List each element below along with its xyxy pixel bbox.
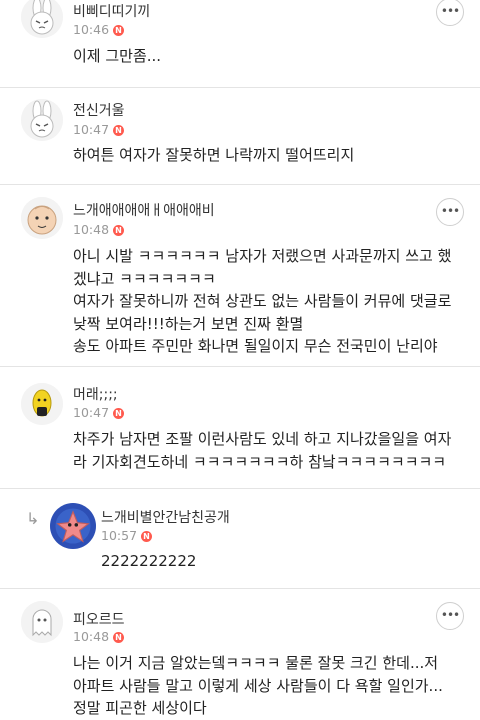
- comment-time-text: 10:57: [101, 528, 138, 543]
- new-badge: N: [141, 531, 153, 542]
- comment-time-text: 10:47: [73, 122, 110, 137]
- comment-time: 10:47 N: [73, 405, 125, 420]
- new-badge: N: [113, 408, 125, 419]
- comment-line: 나는 이거 지금 알았는뎈ㅋㅋㅋㅋ 물론 잘못 크긴 한데...저: [73, 654, 439, 672]
- comment-item: 피오르드 10:48 N ••• 나는 이거 지금 알았는뎈ㅋㅋㅋㅋ 물론 잘못 …: [0, 589, 480, 717]
- new-badge: N: [113, 125, 125, 136]
- comment-line: 2222222222: [101, 552, 197, 570]
- lemon-avatar-icon[interactable]: [21, 383, 63, 425]
- comment-line: 정말 피곤한 세상이다: [73, 699, 207, 717]
- comment-line: 낮짝 보여라!!!하는거 보면 진짜 환멸: [73, 314, 304, 333]
- comment-line: 이제 그만좀...: [73, 47, 162, 65]
- comment-body: 하여튼 여자가 잘못하면 나락까지 떨어뜨리지: [73, 144, 354, 167]
- new-badge: N: [113, 225, 125, 236]
- comment-time-text: 10:48: [73, 629, 110, 644]
- comment-body: 차주가 남자면 조팔 이런사람도 있네 하고 지나갔을일을 여자 라 기자회견도…: [73, 428, 451, 473]
- comment-body: 2222222222: [101, 550, 196, 573]
- comment-time: 10:46 N: [73, 22, 125, 37]
- comment-line: 하여튼 여자가 잘못하면 나락까지 떨어뜨리지: [73, 146, 355, 164]
- reply-comment-item: ↳ 느개비별안간남친공개 10:57 N 2222222222: [0, 489, 480, 589]
- comment-author[interactable]: 피오르드: [73, 609, 125, 629]
- comment-time: 10:57 N: [101, 528, 153, 543]
- comment-body: 아니 시발 ㅋㅋㅋㅋㅋㅋ 남자가 저랬으면 사과문까지 쓰고 했 겠냐고 ㅋㅋㅋ…: [73, 245, 451, 358]
- more-options-button[interactable]: •••: [436, 0, 464, 26]
- comment-line: 아니 시발 ㅋㅋㅋㅋㅋㅋ 남자가 저랬으면 사과문까지 쓰고 했: [73, 247, 452, 265]
- comment-time: 10:48 N: [73, 222, 125, 237]
- new-badge: N: [113, 632, 125, 643]
- starfish-avatar-icon[interactable]: [50, 503, 96, 549]
- comment-time-text: 10:46: [73, 22, 110, 37]
- comment-author[interactable]: 느개비별안간남친공개: [101, 507, 230, 527]
- comment-author[interactable]: 비삐디띠기끼: [73, 1, 150, 21]
- comment-line: 송도 아파트 주민만 화나면 될일이지 무슨 전국민이 난리야: [73, 337, 438, 355]
- comment-time: 10:47 N: [73, 122, 125, 137]
- comment-item: 비삐디띠기끼 10:46 N ••• 이제 그만좀...: [0, 0, 480, 88]
- comment-body: 나는 이거 지금 알았는뎈ㅋㅋㅋㅋ 물론 잘못 크긴 한데...저 아파트 사람…: [73, 652, 443, 720]
- comment-line: 라 기자회견도하네 ㅋㅋㅋㅋㅋㅋㅋ하 참낰ㅋㅋㅋㅋㅋㅋㅋㅋ: [73, 452, 447, 471]
- bunny-avatar-icon[interactable]: [21, 0, 63, 38]
- bunny-avatar-icon[interactable]: [21, 99, 63, 141]
- peach-avatar-icon[interactable]: [21, 197, 63, 239]
- comment-line: 차주가 남자면 조팔 이런사람도 있네 하고 지나갔을일을 여자: [73, 430, 452, 448]
- comment-item: 머래;;;; 10:47 N 차주가 남자면 조팔 이런사람도 있네 하고 지나갔…: [0, 367, 480, 487]
- comment-item: 느개애애애애ㅐ애애애비 10:48 N ••• 아니 시발 ㅋㅋㅋㅋㅋㅋ 남자가 …: [0, 185, 480, 367]
- comment-line: 여자가 잘못하니까 전혀 상관도 없는 사람들이 커뮤에 댓글로: [73, 292, 452, 310]
- comment-author[interactable]: 전신거울: [73, 100, 125, 120]
- comment-author[interactable]: 머래;;;;: [73, 384, 118, 404]
- comment-body: 이제 그만좀...: [73, 45, 161, 68]
- comment-line: 겠냐고 ㅋㅋㅋㅋㅋㅋㅋ: [73, 269, 216, 288]
- new-badge: N: [113, 25, 125, 36]
- ghost-avatar-icon[interactable]: [21, 601, 63, 643]
- comment-time: 10:48 N: [73, 629, 125, 644]
- more-options-button[interactable]: •••: [436, 602, 464, 630]
- more-options-button[interactable]: •••: [436, 198, 464, 226]
- comment-time-text: 10:47: [73, 405, 110, 420]
- comment-line: 아파트 사람들 말고 이렇게 세상 사람들이 다 욕할 일인가...: [73, 676, 443, 695]
- comment-item: 전신거울 10:47 N 하여튼 여자가 잘못하면 나락까지 떨어뜨리지: [0, 88, 480, 184]
- comment-author[interactable]: 느개애애애애ㅐ애애애비: [73, 200, 215, 220]
- reply-arrow-icon: ↳: [26, 509, 40, 528]
- comment-time-text: 10:48: [73, 222, 110, 237]
